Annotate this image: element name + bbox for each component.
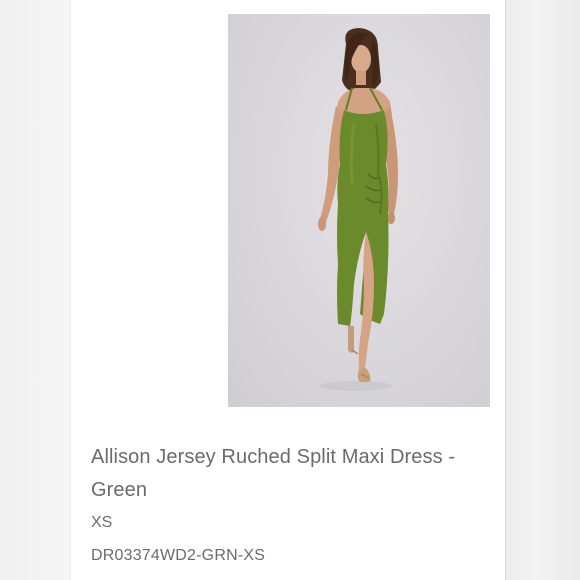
product-size: XS [91,514,113,531]
product-image[interactable] [228,14,490,407]
product-card: Allison Jersey Ruched Split Maxi Dress -… [70,0,506,580]
right-margin [506,0,580,580]
product-sku: DR03374WD2-GRN-XS [91,547,266,564]
product-title: Allison Jersey Ruched Split Maxi Dress -… [91,446,456,501]
model-illustration [318,28,398,391]
listing-view: Allison Jersey Ruched Split Maxi Dress -… [0,0,580,580]
left-margin [0,0,70,580]
